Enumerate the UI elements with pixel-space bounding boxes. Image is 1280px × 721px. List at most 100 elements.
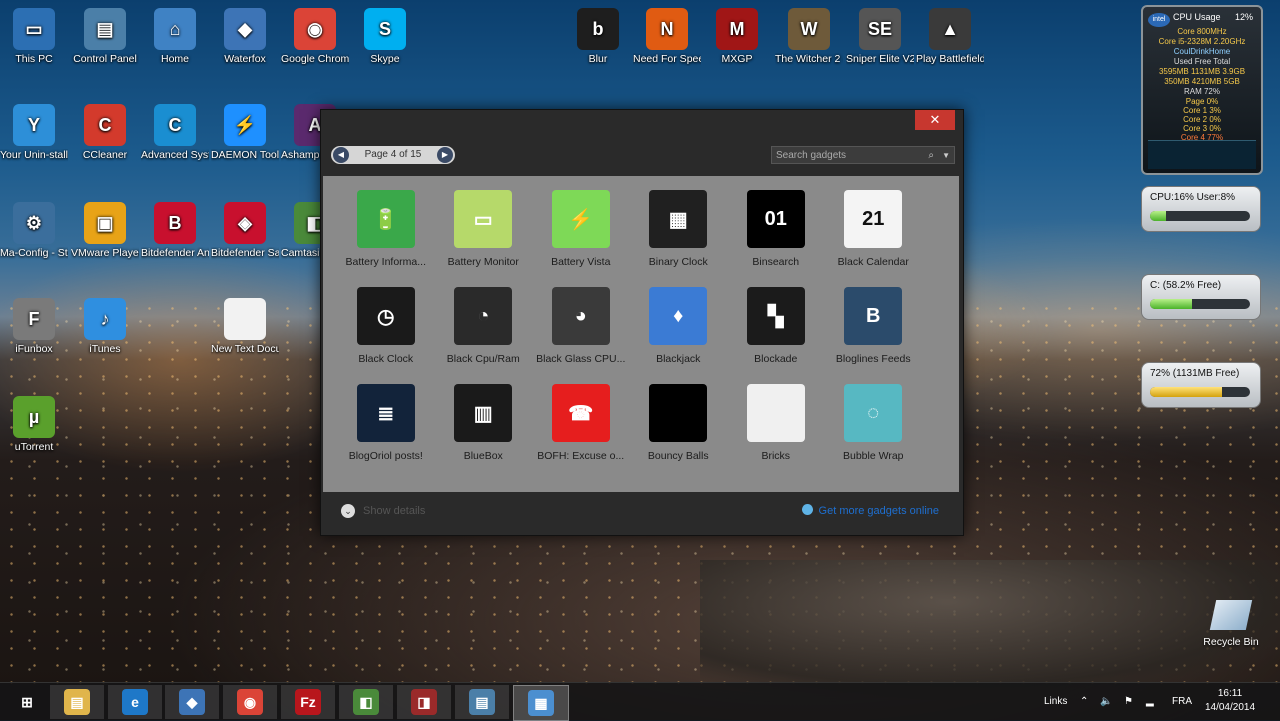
action-center-icon[interactable]: ⚑ [1124,683,1133,721]
ram-meter-fill [1150,387,1222,397]
desktop-shortcut[interactable]: ⚡ DAEMON Tools Lite [211,104,279,162]
ram-meter-gadget[interactable]: 72% (1131MB Free) [1141,362,1261,408]
disk-meter-gadget[interactable]: C: (58.2% Free) [1141,274,1261,320]
shortcut-label: Skype [370,53,400,65]
gadget-item[interactable]: 21 Black Calendar [825,184,923,281]
taskbar-gadgets[interactable]: ▦ [513,685,569,721]
gadget-item[interactable]: 01 Binsearch [727,184,825,281]
desktop-shortcut[interactable]: µ uTorrent [0,396,68,454]
gadget-thumbnail: ⚡ [551,190,610,248]
taskbar-camtasia-recorder[interactable]: ◨ [397,685,451,719]
desktop-shortcut[interactable]: ▤ Control Panel [71,8,139,66]
desktop-shortcut[interactable]: ▭ This PC [0,8,68,66]
taskbar-chrome[interactable]: ◉ [223,685,277,719]
search-icon[interactable]: ⌕ [928,147,934,165]
memory-row-2: 350MB 4210MB 5GB [1164,77,1240,86]
gadget-item[interactable]: Bouncy Balls [630,378,728,475]
desktop-shortcut[interactable]: N Need For Speed T... [633,8,701,66]
clock[interactable]: 16:11 14/04/2014 [1200,687,1260,715]
gadget-item[interactable]: Bricks [727,378,825,475]
gadget-item[interactable]: ≣ BlogOriol posts! [337,378,435,475]
language-indicator[interactable]: FRA [1172,683,1192,721]
taskbar-filezilla[interactable]: Fz [281,685,335,719]
core-row: Core 2 0% [1183,115,1221,124]
taskbar-start[interactable]: ⊞ [0,685,54,719]
desktop-shortcut[interactable]: b Blur [564,8,632,66]
taskbar-internet-explorer[interactable]: e [108,685,162,719]
desktop-shortcut[interactable]: M MXGP [703,8,771,66]
gadget-item[interactable]: ▚ Blockade [727,281,825,378]
recycle-bin-label: Recycle Bin [1203,636,1259,648]
network-icon[interactable]: ▂ [1146,683,1154,721]
desktop-shortcut[interactable]: ⌂ Home [141,8,209,66]
cpu-usage-gadget[interactable]: intel CPU Usage 12% Core 800MHz Core i5-… [1141,5,1263,175]
desktop-shortcut[interactable]: C CCleaner [71,104,139,162]
disk-meter-label: C: (58.2% Free) [1150,280,1222,291]
gadget-thumbnail [746,384,805,442]
gadget-item[interactable]: ♦ Blackjack [630,281,728,378]
recycle-bin-icon[interactable]: Recycle Bin [1198,600,1264,648]
cpu-clock: Core 800MHz [1177,27,1227,36]
gadget-item[interactable]: ▭ Battery Monitor [435,184,533,281]
get-more-gadgets-link[interactable]: Get more gadgets online [801,504,939,517]
volume-icon[interactable]: 🔈 [1100,683,1112,721]
shortcut-icon: ◉ [294,8,336,50]
previous-page-button[interactable]: ◀ [333,147,349,163]
taskbar-file-explorer[interactable]: ▤ [50,685,104,719]
desktop-shortcut[interactable]: C Advanced SystemCare 7 [141,104,209,162]
shortcut-label: DAEMON Tools Lite [211,149,279,161]
wallpaper-hill [700,560,1280,700]
desktop-shortcut[interactable]: ◆ Waterfox [211,8,279,66]
gadget-thumbnail: ◌ [844,384,903,442]
gadget-name: Blockade [754,353,798,365]
shortcut-label: New Text Document... [211,343,279,355]
links-toolbar[interactable]: Links [1044,683,1067,721]
desktop-shortcut[interactable]: W The Witcher 2 - Assassi... [775,8,843,66]
shortcut-icon [224,298,266,340]
desktop-shortcut[interactable]: SE Sniper Elite V2 [846,8,914,66]
waterfox-icon: ◆ [179,689,205,715]
gadget-item[interactable]: ▦ Binary Clock [630,184,728,281]
cpu-usage-title: CPU Usage [1173,12,1221,22]
chevron-down-icon[interactable]: ▼ [942,147,950,165]
shortcut-label: Google Chrome [281,53,349,65]
gadget-item[interactable]: ◕ Black Glass CPU... [532,281,630,378]
desktop-shortcut[interactable]: Y Your Unin-staller! [0,104,68,162]
gadget-item[interactable]: ◷ Black Clock [337,281,435,378]
disk-meter-fill [1150,299,1192,309]
next-page-button[interactable]: ▶ [437,147,453,163]
taskbar-control-panel[interactable]: ▤ [455,685,509,719]
gadget-item[interactable]: B Bloglines Feeds [825,281,923,378]
gadget-thumbnail: ≣ [356,384,415,442]
gadget-item[interactable]: ◌ Bubble Wrap [825,378,923,475]
cpu-meter-gadget[interactable]: CPU:16% User:8% [1141,186,1261,232]
desktop-shortcut[interactable]: ♪ iTunes [71,298,139,356]
desktop-shortcut[interactable]: ◈ Bitdefender Safepay [211,202,279,260]
close-button[interactable]: ✕ [915,110,955,130]
desktop-shortcut[interactable]: B Bitdefender Antivirus ... [141,202,209,260]
ram-meter-bar [1150,387,1250,397]
show-details-toggle[interactable]: ⌄ Show details [341,504,425,518]
gadget-item[interactable]: ◔ Black Cpu/Ram [435,281,533,378]
gadget-item[interactable]: ⚡ Battery Vista [532,184,630,281]
shortcut-icon: M [716,8,758,50]
cpu-model: Core i5-2328M 2.20GHz [1158,37,1246,46]
search-gadgets-input[interactable]: Search gadgets ⌕ ▼ [771,146,955,164]
desktop-shortcut[interactable]: New Text Document... [211,298,279,356]
desktop-shortcut[interactable]: S Skype [351,8,419,66]
gadget-name: Bloglines Feeds [835,353,911,365]
desktop-shortcut[interactable]: ⚙ Ma-Config - Start the ... [0,202,68,260]
gadget-item[interactable]: 🔋 Battery Informa... [337,184,435,281]
gadget-item[interactable]: ☎ BOFH: Excuse o... [532,378,630,475]
desktop-shortcut[interactable]: ◉ Google Chrome [281,8,349,66]
taskbar-waterfox[interactable]: ◆ [165,685,219,719]
taskbar-camtasia[interactable]: ◧ [339,685,393,719]
desktop-shortcut[interactable]: FiFunbox [0,298,68,356]
shortcut-icon: ▭ [13,8,55,50]
show-hidden-icons-icon[interactable]: ⌃ [1080,683,1088,721]
desktop-shortcut[interactable]: ▲ Play Battlefield... [916,8,984,66]
gadget-item[interactable]: ▥ BlueBox [435,378,533,475]
chrome-icon: ◉ [237,689,263,715]
filezilla-icon: Fz [295,689,321,715]
desktop-shortcut[interactable]: ▣ VMware Player [71,202,139,260]
